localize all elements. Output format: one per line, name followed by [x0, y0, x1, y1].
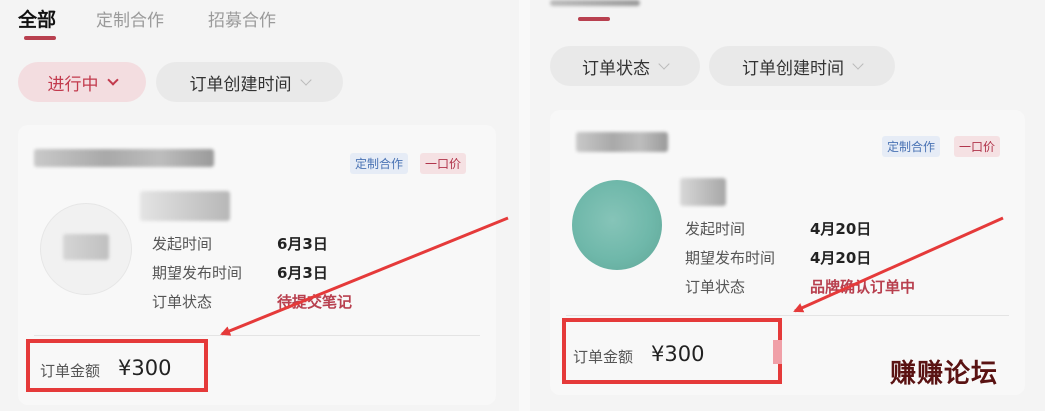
field-value-expected-publish-time: 4月20日 — [810, 249, 872, 267]
tag-custom-cooperation: 定制合作 — [882, 136, 941, 157]
divider — [566, 315, 1009, 316]
tab-all[interactable]: 全部 — [18, 5, 56, 32]
status-filter-dropdown[interactable]: 进行中 — [18, 62, 146, 102]
chevron-down-icon — [106, 73, 119, 86]
tag-custom-cooperation: 定制合作 — [350, 153, 409, 174]
right-screenshot-panel: 订单状态 订单创建时间 定制合作 一口价 发起时间 4月20日 期望发布时间 4… — [530, 0, 1045, 411]
field-value-start-time: 4月20日 — [810, 220, 872, 238]
tab-recruit-cooperation[interactable]: 招募合作 — [208, 6, 276, 31]
blurred-brand-name — [34, 149, 214, 167]
blurred-product-name — [140, 191, 230, 221]
watermark-text: 赚赚论坛 — [890, 359, 999, 389]
field-label-order-status: 订单状态 — [685, 278, 746, 296]
tab-active-indicator — [578, 17, 610, 21]
avatar — [40, 203, 132, 295]
field-value-start-time: 6月3日 — [277, 235, 328, 253]
annotation-highlight-box — [562, 318, 782, 384]
chevron-down-icon — [852, 57, 864, 70]
field-value-order-status: 品牌确认订单中 — [810, 278, 916, 296]
field-label-expected-publish-time: 期望发布时间 — [685, 249, 776, 267]
time-filter-dropdown[interactable]: 订单创建时间 — [709, 46, 895, 86]
field-label-start-time: 发起时间 — [685, 220, 746, 238]
chevron-down-icon — [658, 57, 670, 70]
field-label-expected-publish-time: 期望发布时间 — [152, 264, 243, 282]
time-filter-dropdown[interactable]: 订单创建时间 — [156, 62, 343, 102]
blurred-brand-name — [576, 132, 668, 152]
tag-fixed-price: 一口价 — [954, 136, 1001, 157]
tab-custom-cooperation[interactable]: 定制合作 — [96, 6, 164, 31]
time-filter-label: 订单创建时间 — [742, 58, 844, 79]
blurred-product-name — [680, 178, 726, 206]
avatar — [572, 180, 662, 270]
order-status-filter-label: 订单状态 — [582, 58, 650, 79]
blurred-tab-labels — [550, 0, 640, 6]
divider — [34, 335, 480, 336]
field-label-start-time: 发起时间 — [152, 235, 213, 253]
panel-divider — [519, 0, 530, 411]
left-screenshot-panel: 全部 定制合作 招募合作 进行中 订单创建时间 定制合作 一口价 发起时间 6月… — [0, 0, 519, 411]
chevron-down-icon — [299, 73, 312, 86]
annotation-highlight-box — [26, 339, 208, 392]
field-label-order-status: 订单状态 — [152, 293, 213, 311]
tag-fixed-price: 一口价 — [420, 153, 467, 174]
status-filter-label: 进行中 — [47, 74, 99, 95]
order-status-filter-dropdown[interactable]: 订单状态 — [550, 46, 700, 86]
time-filter-label: 订单创建时间 — [189, 74, 292, 95]
field-value-order-status: 待提交笔记 — [277, 293, 353, 311]
pink-marker — [773, 340, 782, 364]
tab-active-indicator — [24, 36, 56, 40]
field-value-expected-publish-time: 6月3日 — [277, 264, 328, 282]
